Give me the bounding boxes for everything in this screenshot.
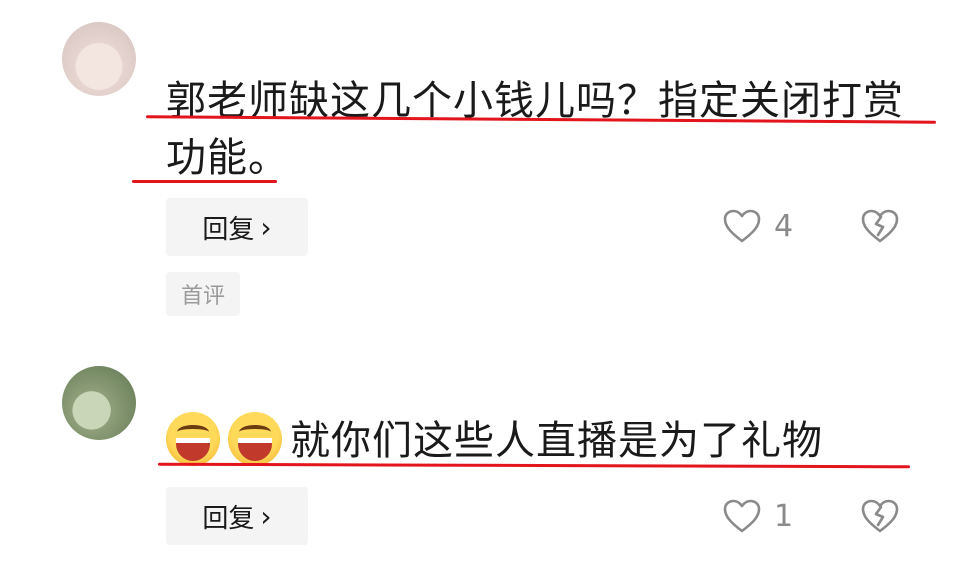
comment-text: 就你们这些人直播是为了礼物 — [290, 418, 823, 464]
reply-label: 回复 — [202, 214, 255, 245]
grinning-squint-face-icon — [166, 412, 220, 466]
red-underline — [132, 180, 277, 183]
like-count: 4 — [774, 208, 794, 244]
like-count: 1 — [774, 498, 794, 534]
grinning-squint-face-icon — [228, 412, 282, 466]
broken-heart-icon[interactable] — [860, 498, 900, 534]
heart-icon — [723, 209, 761, 243]
like-button[interactable]: 1 — [722, 498, 793, 534]
like-button[interactable]: 4 — [722, 208, 793, 244]
broken-heart-icon[interactable] — [860, 208, 900, 244]
reply-button[interactable]: 回复 › — [166, 487, 308, 545]
heart-icon — [723, 499, 761, 533]
avatar[interactable] — [62, 22, 136, 96]
chevron-right-icon: › — [260, 499, 272, 533]
reply-button[interactable]: 回复 › — [166, 198, 308, 256]
chevron-right-icon: › — [260, 210, 272, 244]
reply-label: 回复 — [202, 503, 255, 534]
first-comment-badge: 首评 — [166, 272, 240, 316]
avatar[interactable] — [62, 366, 136, 440]
